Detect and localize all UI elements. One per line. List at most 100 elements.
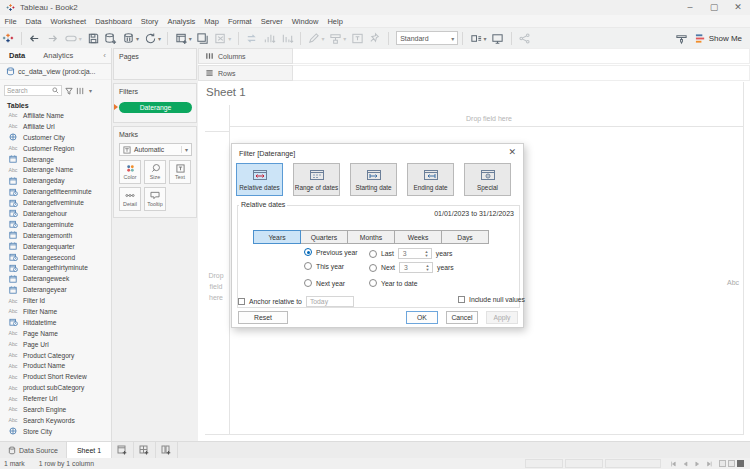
marks-color-button[interactable]: Color bbox=[119, 160, 141, 184]
reset-button[interactable]: Reset bbox=[238, 311, 288, 324]
field-item[interactable]: Daterangesecond bbox=[0, 252, 111, 263]
search-input[interactable]: Search bbox=[4, 85, 62, 96]
menu-window[interactable]: Window bbox=[287, 17, 323, 26]
forward-arrow-icon[interactable] bbox=[44, 29, 62, 47]
undo-history-icon[interactable]: ▾ bbox=[61, 29, 84, 47]
view-options-icon[interactable] bbox=[76, 87, 85, 95]
field-item[interactable]: Daterangemonth bbox=[0, 230, 111, 241]
radio-previous-year[interactable]: Previous year bbox=[304, 248, 358, 256]
field-item[interactable]: AbcSearch Keywords bbox=[0, 415, 111, 426]
period-count-input[interactable]: 3▲▼ bbox=[398, 248, 432, 259]
current-view-icon[interactable] bbox=[737, 460, 744, 467]
menu-map[interactable]: Map bbox=[200, 17, 224, 26]
text-annotation-icon[interactable] bbox=[349, 29, 367, 47]
swap-axes-icon[interactable] bbox=[243, 29, 261, 47]
marks-tooltip-button[interactable]: Tooltip bbox=[144, 187, 166, 211]
tab-data[interactable]: Data bbox=[0, 51, 35, 60]
field-item[interactable]: Daterangeday bbox=[0, 175, 111, 186]
field-item[interactable]: Daterangeweek bbox=[0, 273, 111, 284]
new-worksheet-icon[interactable]: ▾ bbox=[172, 29, 194, 47]
radio-year-to-date[interactable]: Year to date bbox=[369, 279, 417, 287]
pin-icon[interactable] bbox=[366, 29, 384, 47]
columns-shelf[interactable]: Columns bbox=[198, 48, 293, 64]
period-tab-quarters[interactable]: Quarters bbox=[300, 230, 348, 244]
tab-analytics[interactable]: Analytics bbox=[35, 51, 81, 60]
format-copy-icon[interactable]: ▾ bbox=[327, 29, 349, 47]
new-datasource-icon[interactable] bbox=[102, 29, 120, 47]
highlight-icon[interactable]: ▾ bbox=[305, 29, 327, 47]
show-mark-labels-icon[interactable]: ▾ bbox=[467, 29, 489, 47]
cancel-button[interactable]: Cancel bbox=[446, 311, 478, 324]
back-arrow-icon[interactable] bbox=[26, 29, 44, 47]
include-nulls-row[interactable]: Include null values bbox=[458, 296, 525, 303]
columns-shelf-area[interactable] bbox=[293, 48, 750, 64]
field-item[interactable]: Customer City bbox=[0, 132, 111, 143]
menu-file[interactable]: File bbox=[0, 17, 21, 26]
tab-sheet1[interactable]: Sheet 1 bbox=[67, 442, 112, 458]
menu-story[interactable]: Story bbox=[136, 17, 163, 26]
field-item[interactable]: AbcProduct Name bbox=[0, 360, 111, 371]
field-item[interactable]: AbcPage Name bbox=[0, 328, 111, 339]
spinner-icon[interactable]: ▲▼ bbox=[423, 249, 430, 258]
nav-next-icon[interactable] bbox=[693, 460, 701, 468]
field-item[interactable]: AbcDaterange Name bbox=[0, 164, 111, 175]
menu-worksheet[interactable]: Worksheet bbox=[46, 17, 91, 26]
new-story-button[interactable] bbox=[156, 442, 178, 458]
close-button[interactable]: ✕ bbox=[726, 0, 750, 15]
drop-field-here-left[interactable]: Dropfieldhere bbox=[204, 270, 228, 303]
marks-detail-button[interactable]: Detail bbox=[119, 187, 141, 211]
field-item[interactable]: AbcFilter Name bbox=[0, 306, 111, 317]
field-item[interactable]: Daterangeminute bbox=[0, 219, 111, 230]
mark-type-dropdown[interactable]: Automatic ▾ bbox=[119, 143, 192, 156]
field-item[interactable]: Daterange bbox=[0, 154, 111, 165]
clear-sheet-icon[interactable]: ▾ bbox=[212, 29, 234, 47]
collapse-pane-icon[interactable]: ‹ bbox=[103, 51, 111, 60]
field-item[interactable]: Daterangefifteenminute bbox=[0, 186, 111, 197]
field-item[interactable]: AbcAffiliate Name bbox=[0, 110, 111, 121]
rows-shelf[interactable]: Rows bbox=[198, 65, 293, 81]
radio-last[interactable]: Last3▲▼years bbox=[369, 248, 452, 259]
period-tab-months[interactable]: Months bbox=[347, 230, 395, 244]
radio-this-year[interactable]: This year bbox=[304, 262, 344, 270]
menu-help[interactable]: Help bbox=[323, 17, 347, 26]
filter-type-starting-date[interactable]: Starting date bbox=[350, 163, 397, 196]
drop-field-here-top[interactable]: Drop field here bbox=[466, 115, 512, 122]
tableau-logo-icon[interactable] bbox=[0, 29, 17, 47]
filter-type-special[interactable]: Special bbox=[464, 163, 511, 196]
field-item[interactable]: Hitdatetime bbox=[0, 317, 111, 328]
field-item[interactable]: Daterangethirtyminute bbox=[0, 262, 111, 273]
field-item[interactable]: AbcCustomer Region bbox=[0, 143, 111, 154]
pause-updates-icon[interactable]: ▾ bbox=[120, 29, 142, 47]
radio-next-year[interactable]: Next year bbox=[304, 279, 345, 287]
save-icon[interactable] bbox=[84, 29, 102, 47]
show-me-button[interactable]: Show Me bbox=[695, 33, 742, 44]
dialog-close-icon[interactable]: ✕ bbox=[508, 147, 516, 157]
fit-selector[interactable]: Standard▾ bbox=[396, 31, 458, 45]
tile-view-icon[interactable] bbox=[728, 460, 735, 467]
field-item[interactable]: AbcReferrer Url bbox=[0, 393, 111, 404]
field-item[interactable]: Daterangequarter bbox=[0, 241, 111, 252]
period-tab-years[interactable]: Years bbox=[253, 230, 301, 244]
field-item[interactable]: AbcPage Url bbox=[0, 339, 111, 350]
field-item[interactable]: AbcAffiliate Url bbox=[0, 121, 111, 132]
marks-card[interactable]: Marks Automatic ▾ ColorSizeText DetailTo… bbox=[113, 126, 197, 218]
field-item[interactable]: AbcSearch Engine bbox=[0, 404, 111, 415]
menu-dashboard[interactable]: Dashboard bbox=[91, 17, 137, 26]
menu-data[interactable]: Data bbox=[21, 17, 46, 26]
period-tab-weeks[interactable]: Weeks bbox=[394, 230, 442, 244]
field-item[interactable]: Daterangeyear bbox=[0, 284, 111, 295]
radio-next[interactable]: Next3▲▼years bbox=[369, 262, 454, 273]
datasource-item[interactable]: cc_data_view (prod:cja... bbox=[0, 64, 111, 80]
field-item[interactable]: Abcproduct subCategory bbox=[0, 382, 111, 393]
field-item[interactable]: Daterangefiveminute bbox=[0, 197, 111, 208]
filter-type-range-of-dates[interactable]: Range of dates bbox=[293, 163, 340, 196]
marks-size-button[interactable]: Size bbox=[144, 160, 166, 184]
menu-server[interactable]: Server bbox=[256, 17, 287, 26]
pages-card[interactable]: Pages bbox=[113, 48, 197, 80]
field-item[interactable]: AbcFilter Id bbox=[0, 295, 111, 306]
format-pane-icon[interactable] bbox=[673, 29, 691, 47]
normal-view-icon[interactable] bbox=[719, 460, 726, 467]
anchor-checkbox-row[interactable]: Anchor relative to Today bbox=[238, 296, 354, 307]
apply-button[interactable]: Apply bbox=[486, 311, 518, 324]
menu-format[interactable]: Format bbox=[223, 17, 256, 26]
